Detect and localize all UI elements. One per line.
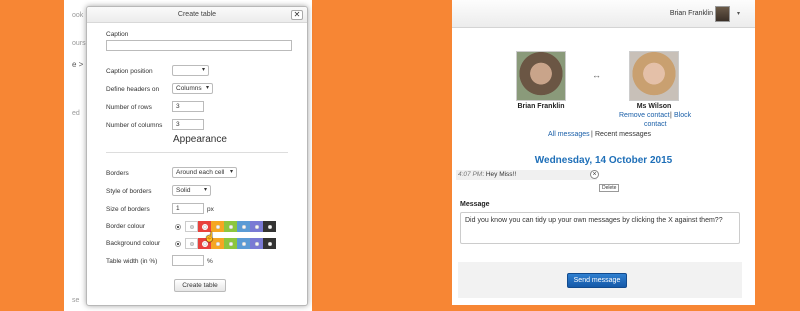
border-size-label: Size of borders (106, 206, 150, 213)
borders-select[interactable]: Around each cell ▾ (172, 167, 237, 178)
swatch-radio (254, 224, 259, 229)
background-colour-picker (175, 238, 276, 249)
borders-label: Borders (106, 170, 129, 177)
rows-input[interactable]: 3 (172, 101, 204, 112)
border-colour-label: Border colour (106, 223, 146, 230)
swatch-radio (267, 224, 272, 229)
all-messages-link[interactable]: All messages (548, 131, 590, 138)
swatch-radio (215, 224, 220, 229)
avatar[interactable] (715, 6, 730, 22)
border-size-input[interactable]: 1 (172, 203, 204, 214)
create-table-dialog: Create table ✕ Caption Caption position … (86, 6, 308, 306)
ghost-text: ed (72, 110, 80, 117)
top-navbar: Brian Franklin ▾ (452, 0, 755, 28)
avatar-ms-wilson (629, 51, 679, 101)
chevron-down-icon: ▾ (205, 85, 209, 91)
define-headers-label: Define headers on (106, 86, 160, 93)
link-separator: | (591, 131, 593, 138)
colour-swatch[interactable] (250, 221, 263, 232)
swatch-radio (189, 224, 194, 229)
columns-input[interactable]: 3 (172, 119, 204, 130)
colour-swatch[interactable] (263, 238, 276, 249)
hand-cursor-icon: ☝ (204, 232, 216, 242)
close-icon[interactable]: ✕ (291, 10, 303, 20)
ghost-text: e > (72, 60, 84, 69)
swatch-radio (215, 241, 220, 246)
colour-swatch[interactable] (185, 221, 198, 232)
swatch-radio (202, 241, 207, 246)
user2-name: Ms Wilson (636, 103, 672, 110)
recent-messages-label: Recent messages (595, 131, 652, 138)
rows-label: Number of rows (106, 104, 152, 111)
colour-swatch[interactable] (263, 221, 276, 232)
colour-swatch[interactable] (198, 221, 211, 232)
dialog-title: Create table (177, 11, 217, 18)
chevron-down-icon[interactable]: ▾ (737, 10, 740, 17)
define-headers-select[interactable]: Columns ▾ (172, 83, 213, 94)
colour-swatch[interactable] (250, 238, 263, 249)
swatch-radio (189, 241, 194, 246)
send-message-button[interactable]: Send message (567, 273, 627, 288)
columns-label: Number of columns (106, 122, 163, 129)
create-table-button[interactable]: Create table (174, 279, 226, 292)
colour-swatch[interactable] (237, 221, 250, 232)
avatar-brian-franklin (516, 51, 566, 101)
background-colour-label: Background colour (106, 240, 161, 247)
table-width-label: Table width (in %) (106, 258, 158, 265)
chevron-down-icon: ▾ (229, 169, 233, 175)
user-menu-name[interactable]: Brian Franklin (670, 10, 713, 17)
ghost-text: ook (72, 12, 84, 19)
caption-input[interactable] (106, 40, 292, 51)
table-width-unit: % (207, 258, 213, 265)
divider (106, 152, 288, 153)
caption-label: Caption (106, 31, 129, 38)
table-width-input[interactable] (172, 255, 204, 266)
block-contact-link[interactable]: Block (674, 112, 691, 119)
message-textarea[interactable]: Did you know you can tidy up your own me… (460, 212, 740, 244)
close-icon[interactable]: × (590, 170, 599, 179)
swatch-radio (254, 241, 259, 246)
message-time: 4:07 PM (458, 171, 483, 178)
chevron-down-icon: ▾ (203, 187, 207, 193)
colour-swatch[interactable] (224, 238, 237, 249)
default-colour-radio[interactable] (175, 240, 181, 247)
colour-swatch[interactable] (237, 238, 250, 249)
ghost-text: se (72, 297, 80, 304)
border-size-unit: px (207, 206, 214, 213)
message-text: : Hey Miss!! (482, 171, 517, 178)
messages-page: Brian Franklin ▾ ↔ Brian Franklin Ms Wil… (452, 0, 755, 305)
dialog-header: Create table ✕ (87, 7, 307, 23)
colour-swatch[interactable] (185, 238, 198, 249)
colour-swatch[interactable] (224, 221, 237, 232)
message-label: Message (460, 201, 490, 208)
appearance-heading: Appearance (173, 134, 227, 145)
swatch-radio (241, 224, 246, 229)
swatch-radio (228, 241, 233, 246)
message-row: 4:07 PM: Hey Miss!! (456, 170, 597, 180)
chevron-down-icon: ▾ (201, 67, 205, 73)
send-area: Send message (458, 262, 742, 298)
message-date-heading: Wednesday, 14 October 2015 (534, 155, 673, 166)
remove-contact-link[interactable]: Remove contact (619, 112, 670, 119)
border-colour-picker (175, 221, 276, 232)
colour-swatch[interactable] (211, 221, 224, 232)
caption-position-label: Caption position (106, 68, 153, 75)
link-separator: | (670, 112, 672, 119)
swatch-radio (202, 224, 207, 229)
default-colour-radio[interactable] (175, 223, 181, 230)
user1-name: Brian Franklin (517, 103, 565, 110)
delete-tooltip: Delete (599, 184, 620, 192)
swap-arrows-icon: ↔ (592, 70, 601, 80)
border-style-label: Style of borders (106, 188, 152, 195)
block-contact-link-2[interactable]: contact (644, 121, 667, 128)
swatch-radio (267, 241, 272, 246)
border-style-select[interactable]: Solid ▾ (172, 185, 211, 196)
swatch-radio (228, 224, 233, 229)
caption-position-select[interactable]: ▾ (172, 65, 209, 76)
swatch-radio (241, 241, 246, 246)
